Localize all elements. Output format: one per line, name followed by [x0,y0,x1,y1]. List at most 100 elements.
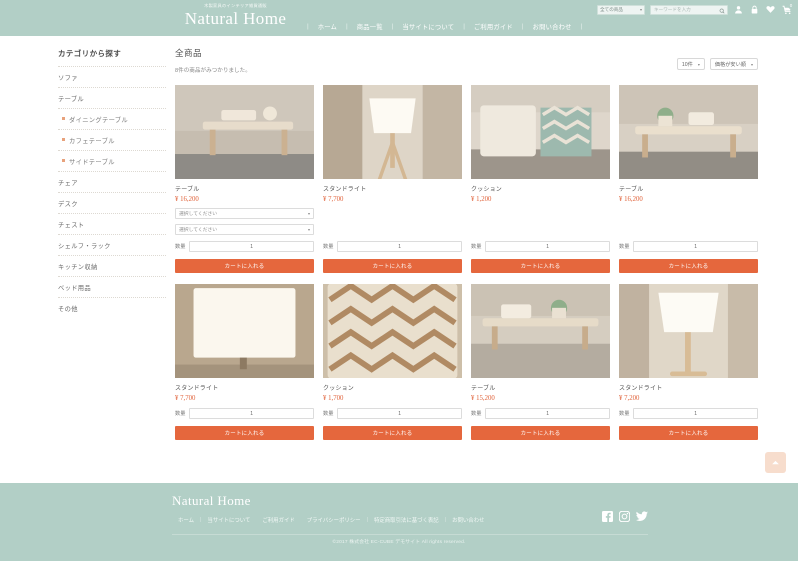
site-footer: Natural Home ホーム | 当サイトについて ご利用ガイド プライバシ… [0,483,798,561]
add-to-cart-button[interactable]: カートに入れる [619,426,758,440]
layout-spacer [619,208,758,219]
sidebar-item-chair[interactable]: チェア [58,171,166,192]
footer-link-legal[interactable]: 特定商取引法に基づく表記 [368,516,445,524]
per-page-select[interactable]: 10件 ▾ [676,58,705,70]
sidebar-item-bedding[interactable]: ベッド用品 [58,276,166,297]
facebook-icon[interactable] [602,511,613,524]
product-card[interactable]: スタンドライト ¥ 7,200 数量 1 カートに入れる [619,284,758,440]
sidebar-item-shelf-rack[interactable]: シェルフ・ラック [58,234,166,255]
footer-link-guide[interactable]: ご利用ガイド [256,516,300,524]
search-input[interactable] [654,7,717,12]
sidebar: カテゴリから探す ソファ テーブル ダイニングテーブル カフェテーブル サイドテ… [0,36,170,483]
quantity-label: 数量 [619,244,630,250]
nav-item-guide[interactable]: ご利用ガイド [467,22,520,31]
nav-item-contact[interactable]: お問い合わせ [526,22,579,31]
add-to-cart-button[interactable]: カートに入れる [471,426,610,440]
add-to-cart-button[interactable]: カートに入れる [323,259,462,273]
user-icon[interactable] [733,4,744,15]
layout-spacer [323,208,462,219]
add-to-cart-button[interactable]: カートに入れる [619,259,758,273]
quantity-input[interactable]: 1 [189,241,314,252]
site-header: 木製家具のインテリア雑貨通販 Natural Home | ホーム | 商品一覧… [0,0,798,36]
category-select[interactable]: 全ての商品 ▾ [597,4,645,15]
category-select-value: 全ての商品 [600,6,623,12]
sidebar-item-side-table[interactable]: サイドテーブル [58,150,166,171]
quantity-input[interactable]: 1 [189,408,314,419]
sidebar-item-desk[interactable]: デスク [58,192,166,213]
sidebar-item-kitchen-storage[interactable]: キッチン収納 [58,255,166,276]
product-card[interactable]: スタンドライト ¥ 7,700 数量 1 カートに入れる [175,284,314,440]
quantity-input[interactable]: 1 [337,241,462,252]
twitter-icon[interactable] [636,511,648,524]
product-option-select-2[interactable]: 選択してください ▾ [175,224,314,235]
product-price: ¥ 15,200 [471,395,495,402]
product-image[interactable] [323,85,462,179]
sidebar-item-dining-table[interactable]: ダイニングテーブル [58,108,166,129]
sort-value: 価格が安い順 [714,61,746,68]
product-name: スタンドライト [175,386,219,392]
cart-icon[interactable]: 0 [781,3,794,15]
product-card[interactable]: テーブル ¥ 16,200 選択してください ▾ 選択してください ▾ 数量 1… [175,85,314,273]
quantity-input[interactable]: 1 [485,241,610,252]
instagram-icon[interactable] [618,510,631,524]
product-image[interactable] [471,284,610,378]
footer-link-about[interactable]: 当サイトについて [201,516,256,524]
nav-divider: | [580,22,583,30]
header-tools: 全ての商品 ▾ 0 [597,3,794,16]
quantity-label: 数量 [175,244,186,250]
footer-link-home[interactable]: ホーム [172,516,200,524]
sidebar-item-sofa[interactable]: ソファ [58,66,166,87]
quantity-label: 数量 [323,411,334,417]
product-name: スタンドライト [619,386,663,392]
product-card[interactable]: テーブル ¥ 15,200 数量 1 カートに入れる [471,284,610,440]
sidebar-item-table[interactable]: テーブル [58,87,166,108]
quantity-input[interactable]: 1 [485,408,610,419]
search-icon[interactable] [719,8,725,16]
sort-select[interactable]: 価格が安い順 ▾ [709,58,758,70]
product-image[interactable] [175,85,314,179]
product-name: テーブル [619,187,644,193]
product-card[interactable]: クッション ¥ 1,700 数量 1 カートに入れる [323,284,462,440]
product-image[interactable] [175,284,314,378]
product-image[interactable] [471,85,610,179]
product-price: ¥ 7,700 [175,395,196,402]
copyright-text: ©2017 株式会社 EC-CUBE デモサイト All rights rese… [332,540,466,545]
product-card[interactable]: クッション ¥ 1,200 数量 1 カートに入れる [471,85,610,273]
add-to-cart-button[interactable]: カートに入れる [323,426,462,440]
search-box[interactable] [650,4,728,16]
nav-item-home[interactable]: ホーム [311,22,344,31]
quantity-label: 数量 [619,411,630,417]
chevron-down-icon: ▾ [697,61,700,67]
add-to-cart-button[interactable]: カートに入れる [175,426,314,440]
sidebar-item-chest[interactable]: チェスト [58,213,166,234]
nav-item-products[interactable]: 商品一覧 [350,22,390,31]
scroll-to-top-button[interactable] [765,452,786,473]
add-to-cart-button[interactable]: カートに入れる [175,259,314,273]
quantity-input[interactable]: 1 [633,241,758,252]
sidebar-item-other[interactable]: その他 [58,297,166,318]
layout-spacer [619,224,758,235]
quantity-input[interactable]: 1 [337,408,462,419]
sidebar-item-cafe-table[interactable]: カフェテーブル [58,129,166,150]
product-card[interactable]: スタンドライト ¥ 7,700 数量 1 カートに入れる [323,85,462,273]
product-card[interactable]: テーブル ¥ 16,200 数量 1 カートに入れる [619,85,758,273]
quantity-input[interactable]: 1 [633,408,758,419]
lock-icon[interactable] [749,4,760,15]
chevron-down-icon: ▾ [750,61,753,67]
brand-block[interactable]: 木製家具のインテリア雑貨通販 Natural Home [168,3,303,28]
footer-link-contact[interactable]: お問い合わせ [446,516,490,524]
nav-item-about[interactable]: 当サイトについて [395,22,461,31]
footer-link-privacy[interactable]: プライバシーポリシー [301,516,367,524]
quantity-label: 数量 [175,411,186,417]
product-image[interactable] [323,284,462,378]
product-option-select-1[interactable]: 選択してください ▾ [175,208,314,219]
quantity-label: 数量 [471,244,482,250]
page-title: 全商品 [175,48,203,58]
add-to-cart-button[interactable]: カートに入れる [471,259,610,273]
product-image[interactable] [619,284,758,378]
chevron-down-icon: ▾ [639,7,642,12]
quantity-row: 数量 1 [619,241,758,252]
product-price: ¥ 1,700 [323,395,344,402]
heart-icon[interactable] [765,4,776,15]
product-image[interactable] [619,85,758,179]
